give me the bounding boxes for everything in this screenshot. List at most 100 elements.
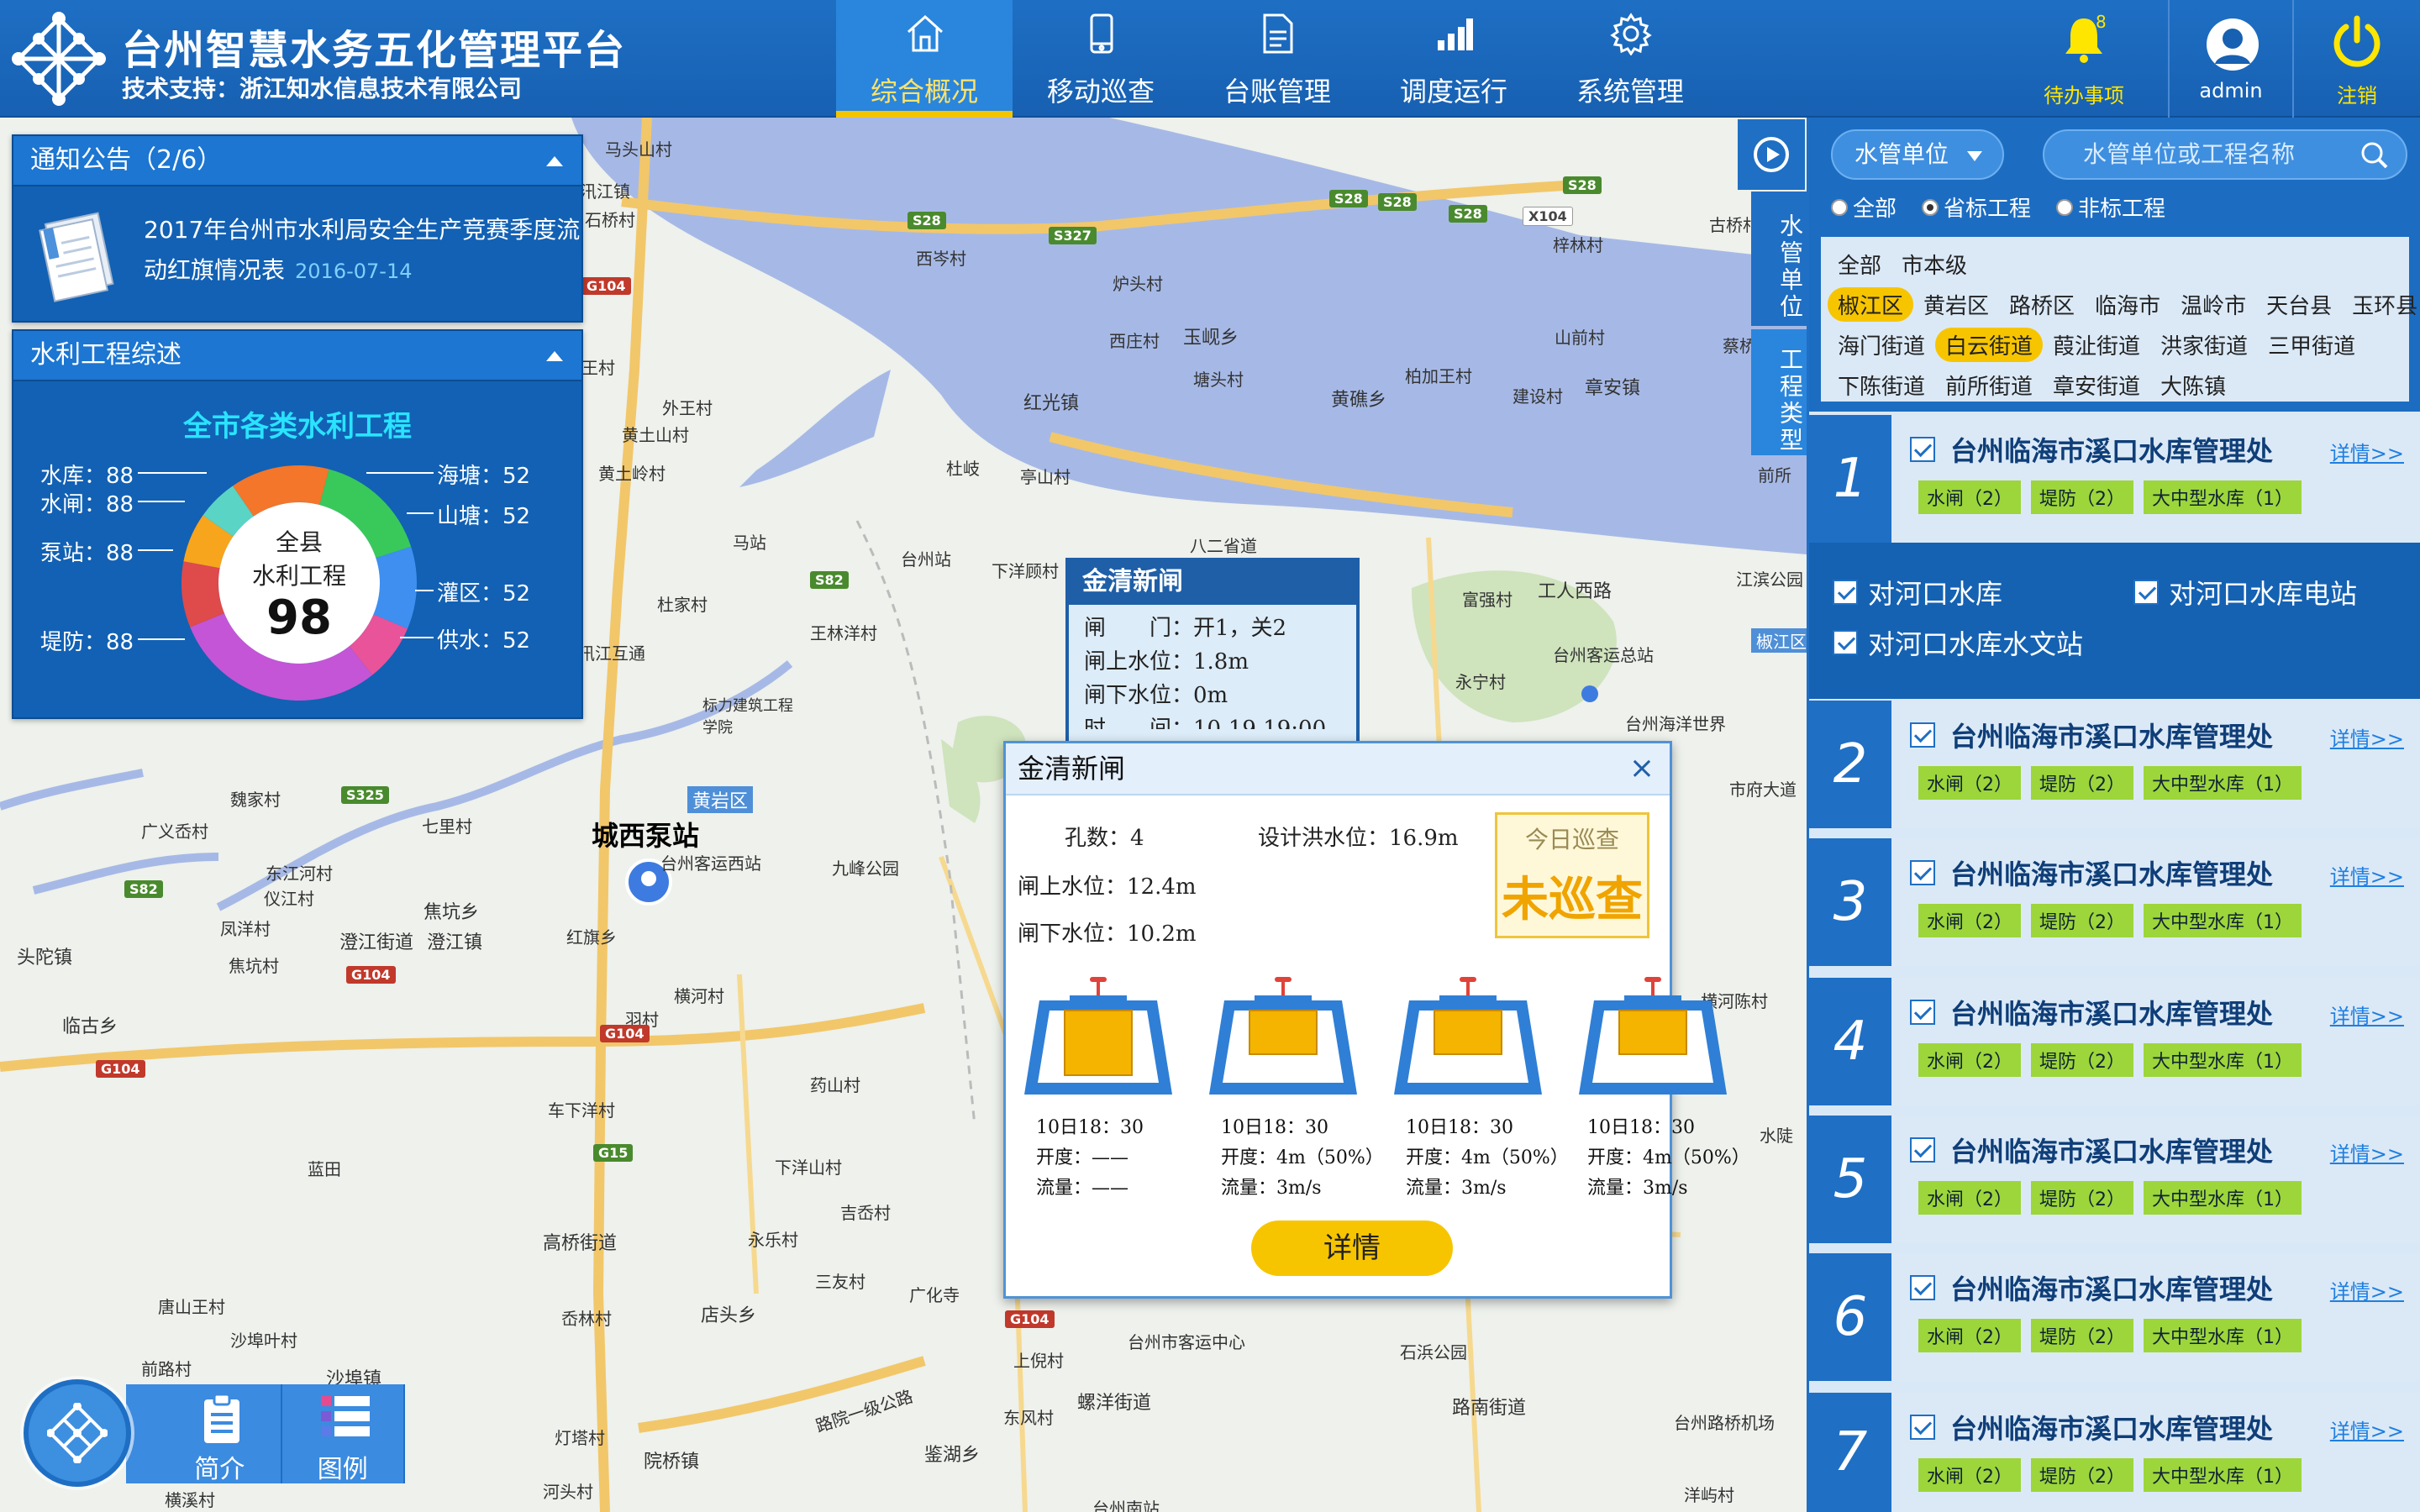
card-detail-link[interactable]: 详情>> [2330, 1137, 2404, 1167]
expanded-item[interactable]: 对河口水库水文站 [1833, 623, 2083, 662]
checkbox[interactable] [1910, 722, 1935, 748]
card-tag[interactable]: 大中型水库（1） [2144, 1181, 2302, 1215]
card-tag[interactable]: 大中型水库（1） [2144, 480, 2302, 514]
card-detail-link[interactable]: 详情>> [2330, 1000, 2404, 1029]
map-menu-button[interactable] [24, 1379, 131, 1487]
card-tag[interactable]: 堤防（2） [2031, 1458, 2133, 1492]
intro-button[interactable]: 简介 [159, 1384, 282, 1484]
region-chip[interactable]: 葭沚街道 [2043, 328, 2150, 362]
radio-non-standard[interactable]: 非标工程 [2056, 192, 2165, 223]
home-icon [907, 14, 944, 52]
card-tag[interactable]: 堤防（2） [2031, 480, 2133, 514]
map-label: 炉头村 [1113, 274, 1163, 294]
unit-select[interactable]: 水管单位 [1831, 129, 2004, 180]
region-chip[interactable]: 路桥区 [1999, 287, 2085, 322]
card-tag[interactable]: 大中型水库（1） [2144, 1043, 2302, 1077]
region-chip[interactable]: 临海市 [2085, 287, 2170, 322]
unit-card[interactable]: 7 台州临海市溪口水库管理处 详情>> 水闸（2） 堤防（2） 大中型水库（1） [1809, 1393, 2420, 1512]
card-tag[interactable]: 堤防（2） [2031, 1043, 2133, 1077]
unit-card[interactable]: 5 台州临海市溪口水库管理处 详情>> 水闸（2） 堤防（2） 大中型水库（1） [1809, 1116, 2420, 1243]
region-chip[interactable]: 天台县 [2256, 287, 2342, 322]
region-chip[interactable]: 黄岩区 [1913, 287, 1999, 322]
checkbox[interactable] [1910, 860, 1935, 885]
card-detail-link[interactable]: 详情>> [2330, 860, 2404, 890]
search-icon[interactable] [2360, 141, 2389, 170]
todo-button[interactable]: 8 待办事项 [2000, 0, 2168, 118]
unit-card[interactable]: 6 台州临海市溪口水库管理处 详情>> 水闸（2） 堤防（2） 大中型水库（1） [1809, 1253, 2420, 1381]
region-chip[interactable]: 海门街道 [1828, 328, 1935, 362]
unit-card[interactable]: 2 台州临海市溪口水库管理处 详情>> 水闸（2） 堤防（2） 大中型水库（1） [1809, 701, 2420, 828]
collapse-icon[interactable] [546, 351, 563, 361]
card-tag[interactable]: 堤防（2） [2031, 766, 2133, 800]
region-chip[interactable]: 椒江区 [1828, 286, 1914, 322]
radio-label: 省标工程 [1944, 197, 2032, 222]
nav-overview[interactable]: 综合概况 [836, 0, 1013, 118]
works-header[interactable]: 水利工程综述 [13, 331, 581, 381]
unit-card[interactable]: 1 台州临海市溪口水库管理处 详情>> 水闸（2） 堤防（2） 大中型水库（1） [1809, 415, 2420, 543]
region-chip[interactable]: 大陈镇 [2150, 368, 2236, 402]
nav-system[interactable]: 系统管理 [1542, 0, 1718, 118]
notice-item[interactable]: 2017年台州市水利局安全生产竞赛季度流动红旗情况表 2016-07-14 [13, 186, 581, 321]
card-tag[interactable]: 堤防（2） [2031, 1181, 2133, 1215]
region-chip[interactable]: 白云街道 [1935, 327, 2044, 362]
checkbox[interactable] [2133, 580, 2159, 605]
region-chip[interactable]: 洪家街道 [2150, 328, 2258, 362]
expanded-item[interactable]: 对河口水库 [1833, 573, 2002, 612]
logout-button[interactable]: 注销 [2294, 0, 2420, 118]
card-tag[interactable]: 大中型水库（1） [2144, 766, 2302, 800]
card-detail-link[interactable]: 详情>> [2330, 1415, 2404, 1444]
expanded-item[interactable]: 对河口水库电站 [2133, 573, 2357, 612]
nav-ledger[interactable]: 台账管理 [1189, 0, 1365, 118]
map-label: 亭山村 [1020, 467, 1071, 487]
user-menu[interactable]: admin [2168, 0, 2294, 118]
region-chip[interactable]: 玉环县 [2342, 287, 2420, 322]
detail-button[interactable]: 详情 [1251, 1221, 1453, 1276]
card-detail-link[interactable]: 详情>> [2330, 1275, 2404, 1305]
card-tag[interactable]: 堤防（2） [2031, 904, 2133, 937]
works-title: 水利工程综述 [30, 340, 182, 370]
card-tag[interactable]: 堤防（2） [2031, 1319, 2133, 1352]
unit-card[interactable]: 4 台州临海市溪口水库管理处 详情>> 水闸（2） 堤防（2） 大中型水库（1） [1809, 978, 2420, 1105]
gate-status-callout[interactable]: 金清新闸 闸 门：开1，关2 闸上水位：1.8m 闸下水位：0m 时 间：10-… [1065, 558, 1360, 751]
card-tag[interactable]: 水闸（2） [1918, 1458, 2021, 1492]
region-chip[interactable]: 市本级 [1891, 247, 1977, 281]
radio-provincial[interactable]: 省标工程 [1922, 192, 2031, 223]
checkbox[interactable] [1910, 1275, 1935, 1300]
card-tag[interactable]: 大中型水库（1） [2144, 1319, 2302, 1352]
region-chip[interactable]: 温岭市 [2170, 287, 2256, 322]
legend-button[interactable]: 图例 [282, 1384, 405, 1484]
region-chip[interactable]: 下陈街道 [1828, 368, 1935, 402]
card-tag[interactable]: 大中型水库（1） [2144, 1458, 2302, 1492]
checkbox[interactable] [1910, 1137, 1935, 1163]
play-button[interactable] [1738, 119, 1805, 190]
card-tag[interactable]: 水闸（2） [1918, 904, 2021, 937]
close-icon[interactable]: × [1629, 743, 1655, 794]
card-tag[interactable]: 水闸（2） [1918, 766, 2021, 800]
region-chip[interactable]: 全部 [1828, 247, 1891, 281]
card-tag[interactable]: 大中型水库（1） [2144, 904, 2302, 937]
search-input[interactable]: 水管单位或工程名称 [2043, 129, 2407, 180]
checkbox[interactable] [1910, 437, 1935, 462]
card-detail-link[interactable]: 详情>> [2330, 722, 2404, 752]
collapse-icon[interactable] [546, 156, 563, 166]
region-chip[interactable]: 三甲街道 [2258, 328, 2365, 362]
unit-card[interactable]: 3 台州临海市溪口水库管理处 详情>> 水闸（2） 堤防（2） 大中型水库（1） [1809, 838, 2420, 966]
card-detail-link[interactable]: 详情>> [2330, 437, 2404, 466]
tab-project-type[interactable]: 工程类型 [1751, 329, 1807, 455]
nav-mobile-patrol[interactable]: 移动巡查 [1013, 0, 1189, 118]
region-chip[interactable]: 章安街道 [2043, 368, 2150, 402]
tab-water-unit[interactable]: 水管单位 [1751, 192, 1807, 326]
region-chip[interactable]: 前所街道 [1935, 368, 2043, 402]
card-tag[interactable]: 水闸（2） [1918, 1181, 2021, 1215]
checkbox[interactable] [1910, 1415, 1935, 1440]
notice-header[interactable]: 通知公告（2/6） [13, 136, 581, 186]
nav-dispatch[interactable]: 调度运行 [1365, 0, 1542, 118]
card-tag[interactable]: 水闸（2） [1918, 1319, 2021, 1352]
checkbox[interactable] [1910, 1000, 1935, 1025]
map-label: 魏家村 [230, 790, 281, 810]
radio-all[interactable]: 全部 [1831, 192, 1897, 223]
card-tag[interactable]: 水闸（2） [1918, 1043, 2021, 1077]
checkbox[interactable] [1833, 630, 1858, 655]
card-tag[interactable]: 水闸（2） [1918, 480, 2021, 514]
checkbox[interactable] [1833, 580, 1858, 605]
